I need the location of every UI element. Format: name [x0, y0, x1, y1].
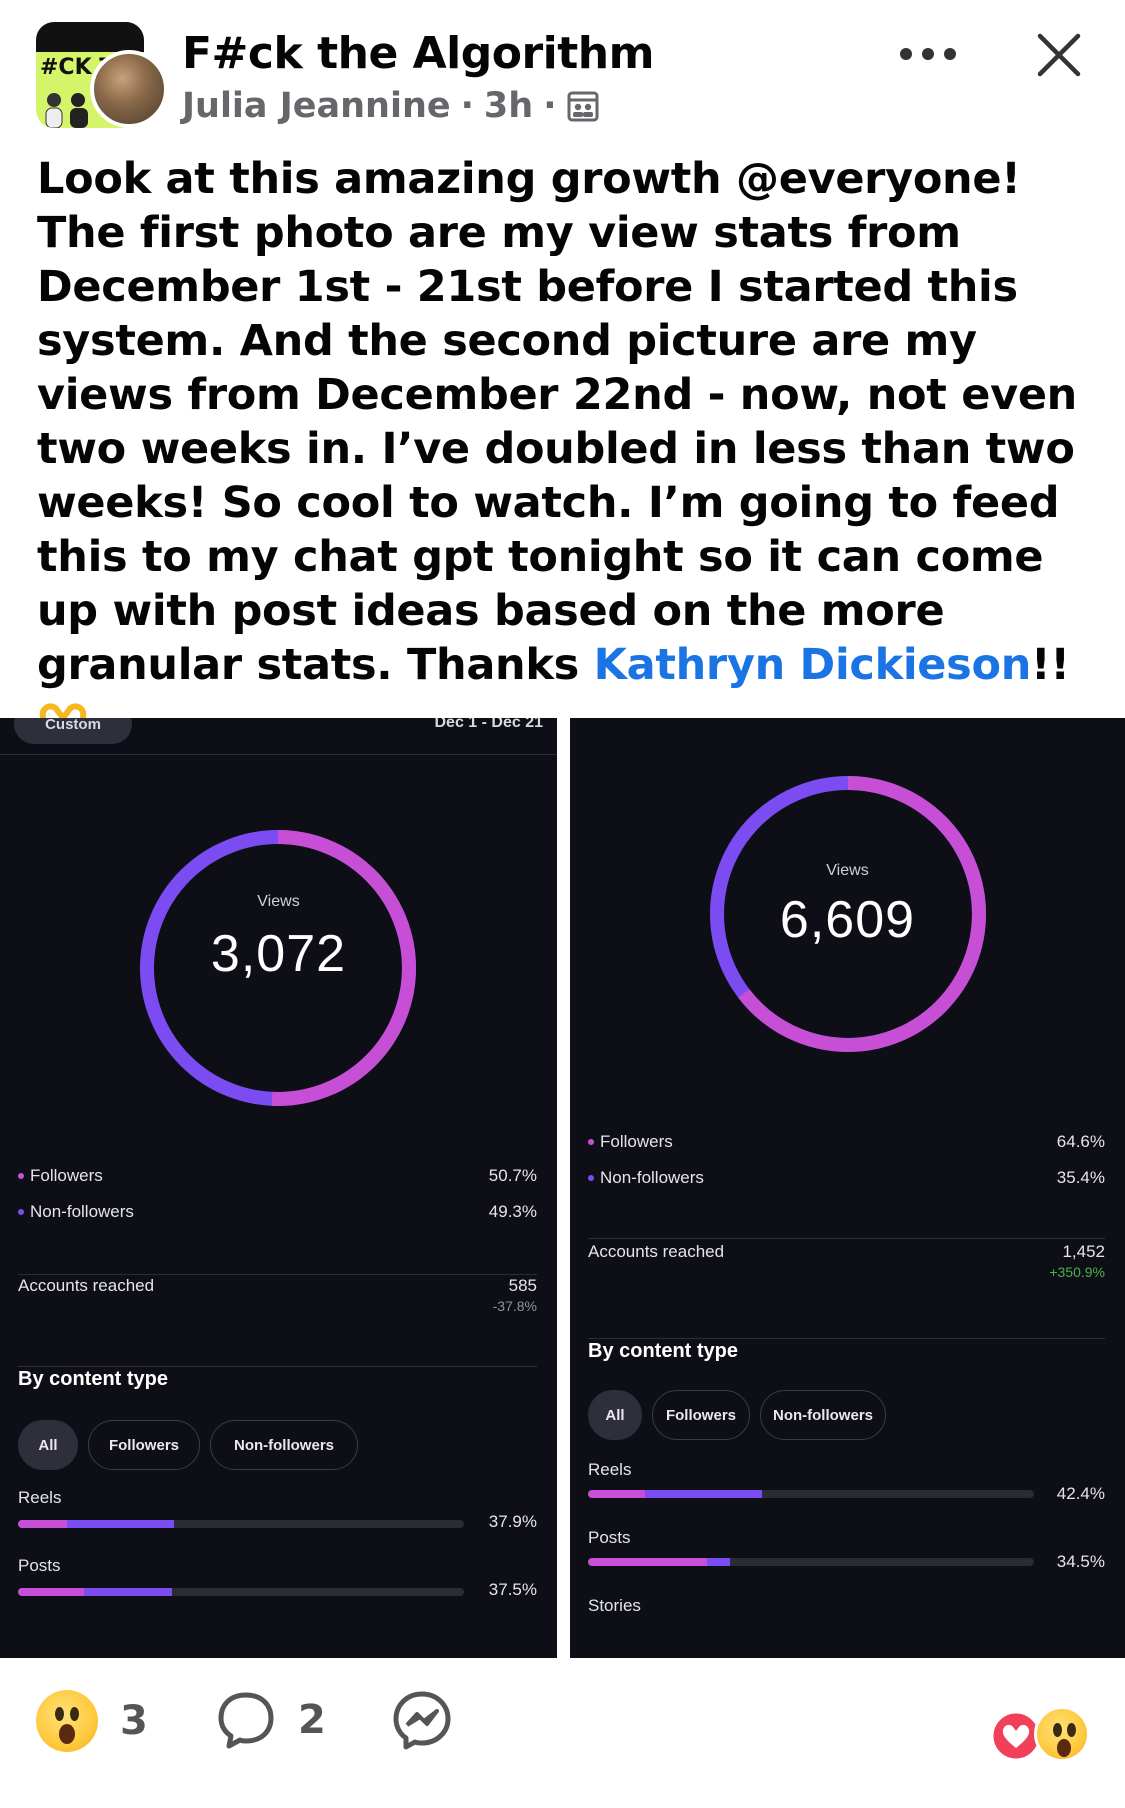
- bar-label-posts: Posts: [18, 1556, 61, 1575]
- chip-nonfollowers[interactable]: Non-followers: [210, 1420, 358, 1470]
- bar-pct-reels: 37.9%: [488, 1512, 537, 1531]
- accounts-reached-change: -37.8%: [492, 1298, 537, 1314]
- nonfollowers-label: Non-followers: [30, 1202, 134, 1221]
- mention-link[interactable]: Kathryn Dickieson: [594, 640, 1032, 690]
- accounts-reached-change: +350.9%: [1049, 1264, 1105, 1280]
- bar-followers-segment: [18, 1520, 68, 1528]
- bar-label-reels: Reels: [588, 1460, 632, 1479]
- bar-label-reels: Reels: [18, 1488, 62, 1507]
- post-body-end: !!: [1031, 640, 1070, 690]
- followers-row: Followers 64.6%: [588, 1132, 1105, 1152]
- bar-pct-posts: 34.5%: [1056, 1552, 1105, 1571]
- meta-separator: ·: [460, 86, 474, 126]
- messenger-share-button[interactable]: [392, 1690, 452, 1750]
- followers-bullet: [18, 1173, 24, 1179]
- divider: [0, 754, 557, 755]
- views-value: 3,072: [210, 925, 347, 983]
- post-time[interactable]: 3h: [484, 86, 533, 126]
- insights-screenshot-before[interactable]: Custom Dec 1 - Dec 21 Views 3,072 Follow…: [0, 718, 557, 1658]
- bar-nonfollowers-segment: [67, 1520, 174, 1528]
- followers-label: Followers: [600, 1132, 673, 1151]
- post-meta: Julia Jeannine · 3h ·: [182, 86, 600, 126]
- divider: [588, 1238, 1105, 1239]
- bar-track-posts: [18, 1588, 464, 1596]
- views-label: Views: [826, 862, 869, 879]
- followers-pct: 64.6%: [1056, 1132, 1105, 1151]
- bar-followers-segment: [588, 1558, 707, 1566]
- bar-followers-segment: [588, 1490, 646, 1498]
- comment-count: 2: [298, 1697, 326, 1743]
- privacy-icon: [567, 91, 599, 122]
- bar-pct-posts: 37.5%: [488, 1580, 537, 1599]
- nonfollowers-row: Non-followers 35.4%: [588, 1168, 1105, 1188]
- chip-all[interactable]: All: [588, 1390, 642, 1440]
- post-header: #CK TH F#ck the Algorithm Julia Jeannine…: [0, 0, 1125, 140]
- content-type-title: By content type: [588, 1340, 739, 1362]
- divider: [18, 1274, 537, 1275]
- chip-followers[interactable]: Followers: [652, 1390, 750, 1440]
- bar-nonfollowers-segment: [706, 1558, 730, 1566]
- bar-track-reels: [588, 1490, 1034, 1498]
- bar-label-posts: Posts: [588, 1528, 631, 1547]
- accounts-reached-value: 1,452: [1062, 1242, 1105, 1261]
- author-avatar[interactable]: [90, 50, 168, 128]
- views-value: 6,609: [779, 891, 916, 949]
- accounts-reached-value: 585: [508, 1276, 537, 1295]
- nonfollowers-row: Non-followers 49.3%: [18, 1202, 537, 1222]
- accounts-reached-label: Accounts reached: [18, 1276, 155, 1295]
- group-name[interactable]: F#ck the Algorithm: [182, 28, 654, 79]
- author-name[interactable]: Julia Jeannine: [182, 86, 451, 126]
- divider: [588, 1338, 1105, 1339]
- content-type-title: By content type: [18, 1368, 169, 1390]
- close-icon[interactable]: [1036, 32, 1082, 78]
- nonfollowers-bullet: [18, 1209, 24, 1215]
- more-icon[interactable]: [900, 36, 956, 72]
- reactions-summary[interactable]: [990, 1706, 1090, 1762]
- chip-all[interactable]: All: [18, 1420, 78, 1470]
- wow-reaction-icon: [1034, 1706, 1090, 1762]
- date-range: Dec 1 - Dec 21: [434, 718, 543, 731]
- followers-pct: 50.7%: [488, 1166, 537, 1185]
- bar-track-reels: [18, 1520, 464, 1528]
- divider: [18, 1366, 537, 1367]
- reaction-count: 3: [120, 1698, 148, 1744]
- nonfollowers-pct: 35.4%: [1056, 1168, 1105, 1187]
- chip-followers[interactable]: Followers: [88, 1420, 200, 1470]
- views-label: Views: [257, 893, 300, 910]
- bar-label-stories: Stories: [588, 1596, 641, 1615]
- bar-nonfollowers-segment: [83, 1588, 172, 1596]
- date-filter-chip: Custom: [14, 718, 132, 744]
- bar-followers-segment: [18, 1588, 84, 1596]
- wow-reaction-icon: [36, 1690, 98, 1752]
- nonfollowers-label: Non-followers: [600, 1168, 704, 1187]
- post-body-text: Look at this amazing growth @everyone! T…: [37, 154, 1077, 690]
- nonfollowers-bullet: [588, 1175, 594, 1181]
- accounts-reached-label: Accounts reached: [588, 1242, 725, 1261]
- meta-separator: ·: [543, 86, 557, 126]
- nonfollowers-pct: 49.3%: [488, 1202, 537, 1221]
- bar-pct-reels: 42.4%: [1056, 1484, 1105, 1503]
- accounts-reached-row: Accounts reached 1,452: [588, 1242, 1105, 1262]
- comment-icon: [218, 1692, 274, 1749]
- followers-row: Followers 50.7%: [18, 1166, 537, 1186]
- comment-button[interactable]: 2: [216, 1690, 326, 1750]
- reaction-button[interactable]: 3: [36, 1690, 148, 1752]
- group-avatar-stripe: [36, 22, 144, 52]
- accounts-reached-row: Accounts reached 585: [18, 1276, 537, 1296]
- top-bar-cropped: Custom Dec 1 - Dec 21: [0, 718, 557, 756]
- chip-nonfollowers[interactable]: Non-followers: [760, 1390, 886, 1440]
- followers-bullet: [588, 1139, 594, 1145]
- followers-label: Followers: [30, 1166, 103, 1185]
- bar-track-posts: [588, 1558, 1034, 1566]
- insights-screenshot-after[interactable]: Views 6,609 Followers 64.6% Non-follower…: [570, 718, 1125, 1658]
- post-footer: 3 2: [0, 1658, 1125, 1808]
- messenger-icon: [393, 1691, 451, 1750]
- post-body: Look at this amazing growth @everyone! T…: [37, 152, 1097, 801]
- bar-nonfollowers-segment: [645, 1490, 762, 1498]
